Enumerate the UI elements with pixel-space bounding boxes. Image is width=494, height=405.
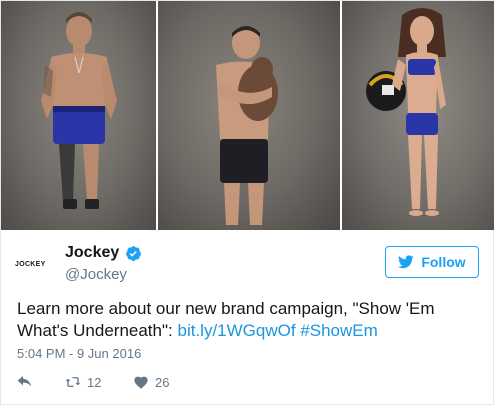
- man-baby-figure: [216, 26, 278, 225]
- follow-label: Follow: [421, 254, 466, 270]
- tweet-actions: 12 26: [17, 374, 169, 390]
- reply-icon: [17, 376, 32, 387]
- follow-button[interactable]: Follow: [385, 246, 479, 278]
- retweet-button[interactable]: 12: [65, 375, 133, 390]
- tweet-timestamp[interactable]: 5:04 PM - 9 Jun 2016: [17, 346, 141, 361]
- user-handle[interactable]: @Jockey: [65, 266, 127, 283]
- tweet-link[interactable]: bit.ly/1WGqwOf: [177, 321, 295, 340]
- hashtag-link[interactable]: #ShowEm: [300, 321, 377, 340]
- verified-badge-icon: [126, 245, 142, 261]
- photo-3[interactable]: [342, 1, 494, 230]
- bird-icon: [398, 255, 415, 269]
- like-count: 26: [155, 374, 170, 390]
- name-row: Jockey: [65, 244, 142, 262]
- photo-2[interactable]: [158, 1, 340, 230]
- woman-helmet-figure: [366, 8, 446, 216]
- like-button[interactable]: 26: [133, 375, 169, 390]
- retweet-icon: [65, 377, 81, 387]
- heart-icon: [134, 376, 148, 389]
- tweet-card: JOCKEY Jockey @Jockey Follow Learn more …: [0, 0, 494, 405]
- display-name[interactable]: Jockey: [65, 244, 119, 262]
- photo-grid: [1, 1, 494, 230]
- photo-1[interactable]: [1, 1, 156, 230]
- tweet-text: Learn more about our new brand campaign,…: [17, 298, 482, 342]
- man-prosthetic-figure: [41, 12, 117, 209]
- retweet-count: 12: [87, 374, 102, 390]
- reply-button[interactable]: [17, 375, 65, 389]
- avatar[interactable]: JOCKEY: [15, 261, 53, 275]
